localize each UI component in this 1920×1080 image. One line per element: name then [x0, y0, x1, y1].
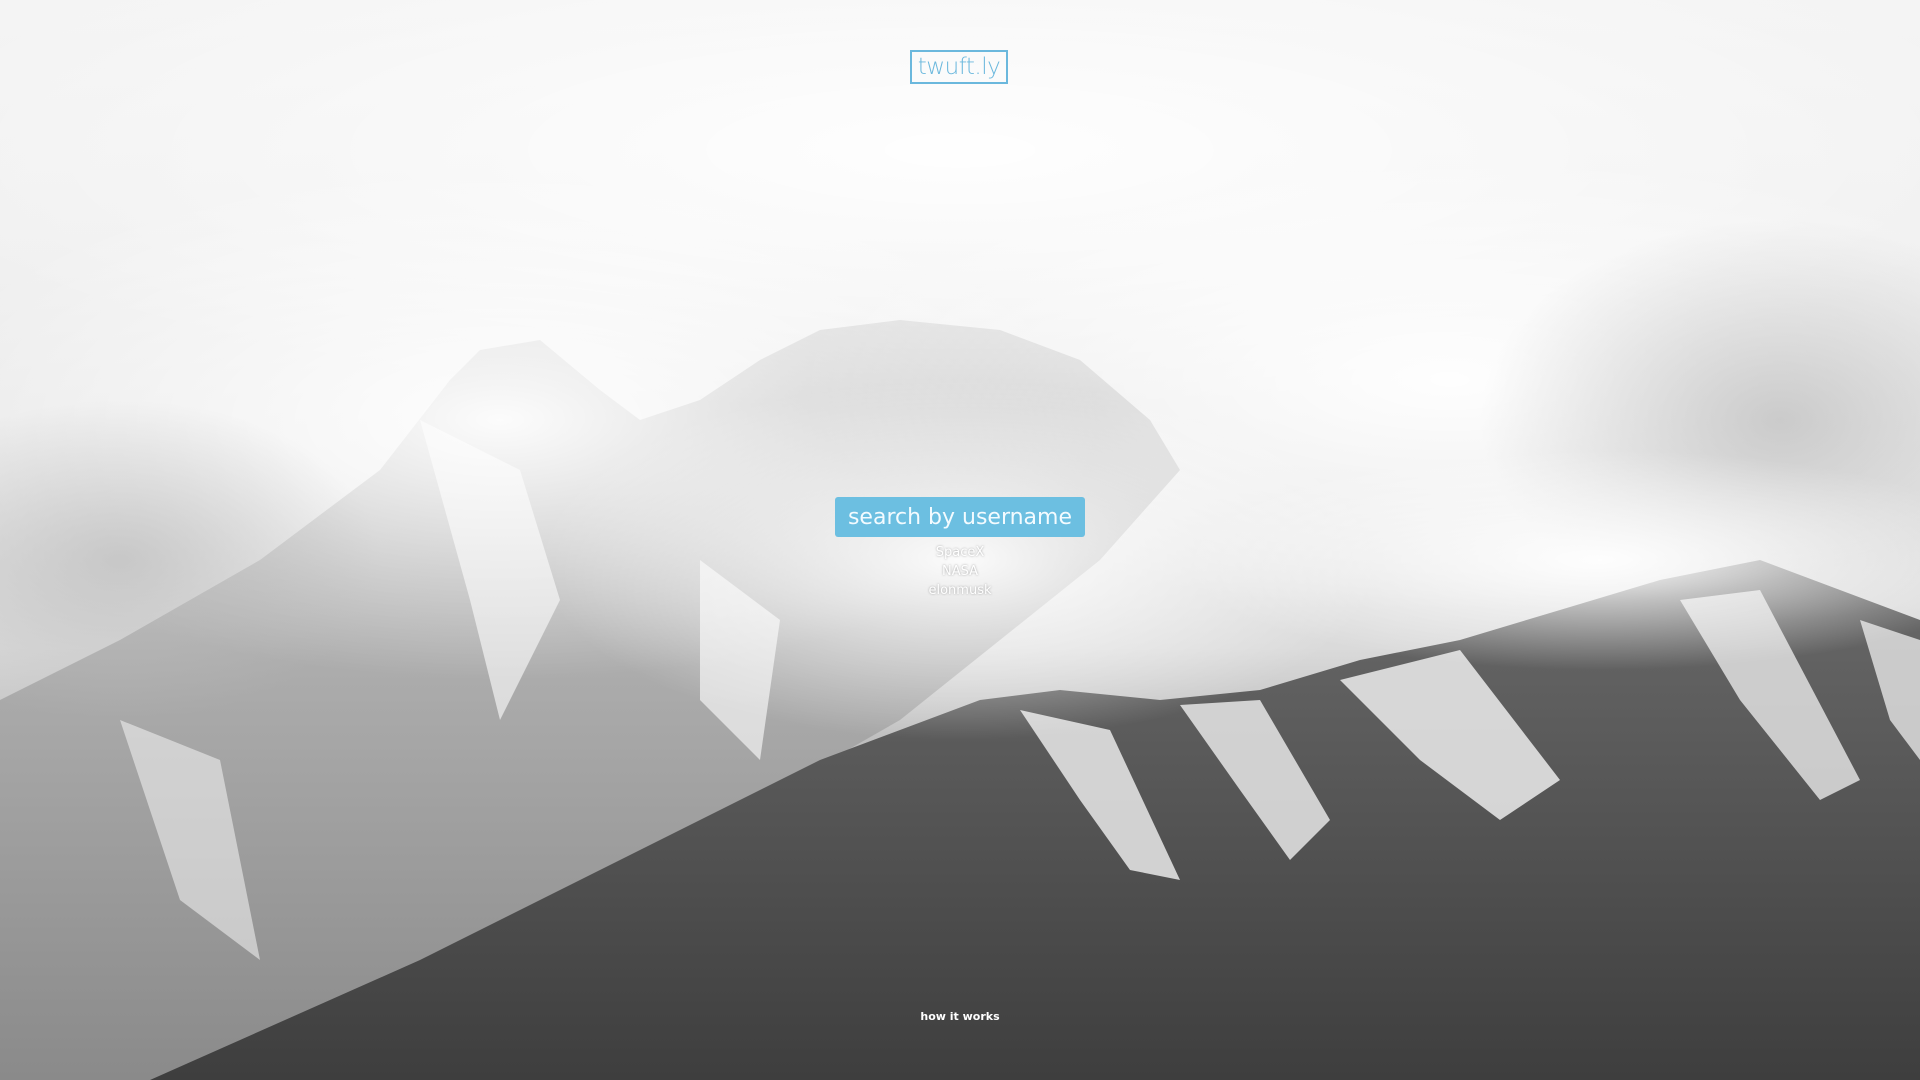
site-logo[interactable]: twuft.ly	[910, 50, 1008, 84]
suggestion-item-nasa[interactable]: NASA	[835, 562, 1085, 581]
suggestion-item-spacex[interactable]: SpaceX	[835, 543, 1085, 562]
how-it-works-link[interactable]: how it works	[900, 1010, 1020, 1023]
username-search-input[interactable]	[835, 497, 1085, 537]
page: twuft.ly SpaceX NASA elonmusk how it wor…	[0, 0, 1920, 1080]
mountain-background	[0, 0, 1920, 1080]
suggestion-item-elonmusk[interactable]: elonmusk	[835, 581, 1085, 600]
suggestion-list: SpaceX NASA elonmusk	[835, 543, 1085, 600]
